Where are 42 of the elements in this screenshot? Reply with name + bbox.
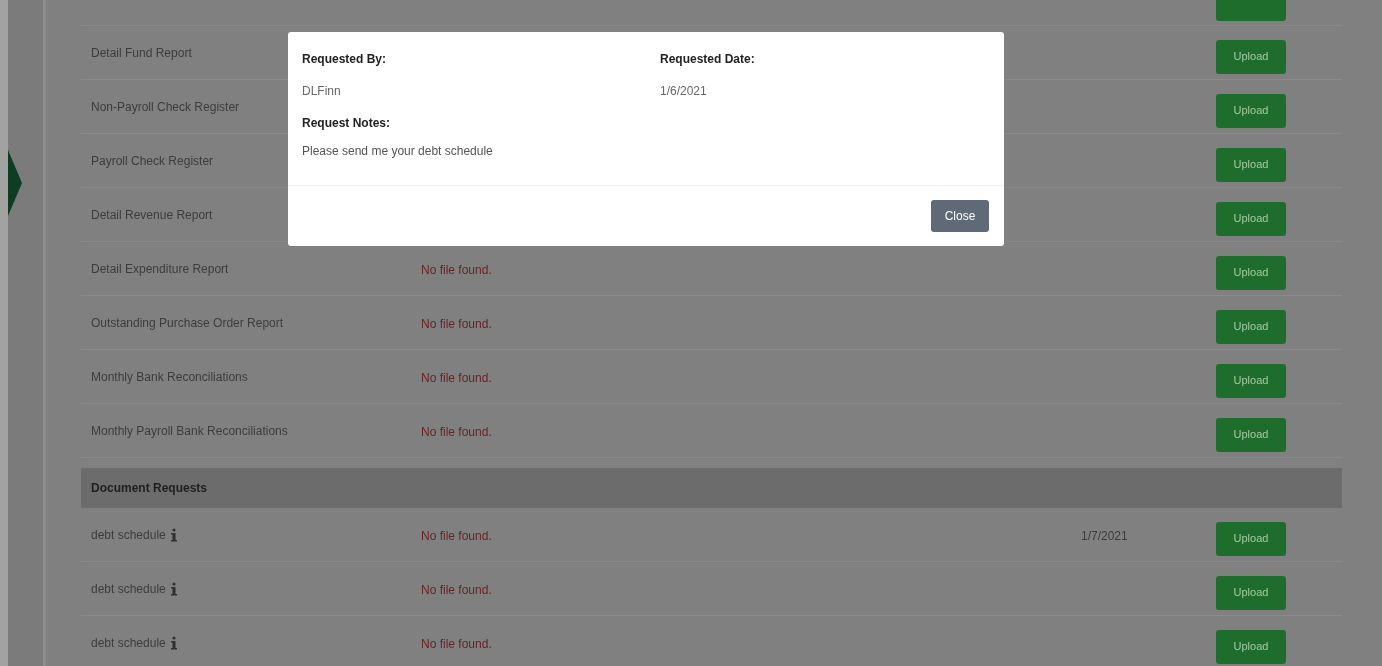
field-value: 1/6/2021 xyxy=(659,83,708,100)
document-name: Non-Payroll Check Register xyxy=(91,98,240,116)
document-name: Monthly Bank Reconciliations xyxy=(91,368,248,386)
document-name: Monthly Payroll Bank Reconciliations xyxy=(91,422,288,440)
document-name: Detail Fund Report xyxy=(91,44,192,62)
upload-button[interactable]: Upload xyxy=(1216,255,1286,290)
file-status: No file found. xyxy=(421,316,492,331)
upload-button[interactable]: Upload xyxy=(1216,575,1286,610)
file-status: No file found. xyxy=(421,636,492,651)
file-status: No file found. xyxy=(421,370,492,385)
close-button[interactable]: Close xyxy=(931,200,989,232)
upload-button[interactable]: Upload xyxy=(1216,363,1286,398)
document-name: debt schedule xyxy=(91,634,166,652)
document-name: debt schedule xyxy=(91,526,166,544)
field-value: Please send me your debt schedule xyxy=(302,143,494,160)
upload-button[interactable]: Upload xyxy=(1216,93,1286,128)
document-name: debt schedule xyxy=(91,580,166,598)
field-label: Request Notes: xyxy=(302,115,391,132)
upload-button[interactable]: Upload xyxy=(1216,201,1286,236)
upload-button[interactable]: Upload xyxy=(1216,629,1286,664)
document-name: Detail Expenditure Report xyxy=(91,260,229,278)
field-label: Requested Date: xyxy=(659,51,756,68)
request-date: 1/7/2021 xyxy=(1081,528,1128,543)
field-value: DLFinn xyxy=(302,83,342,100)
file-status: No file found. xyxy=(421,262,492,277)
document-name: Outstanding Purchase Order Report xyxy=(91,314,284,332)
field-label: Requested By: xyxy=(302,51,388,68)
section-title: Document Requests xyxy=(91,480,208,497)
info-icon[interactable] xyxy=(169,527,178,542)
info-icon[interactable] xyxy=(169,581,178,596)
expand-arrow-icon[interactable] xyxy=(8,150,22,216)
upload-button[interactable]: Upload xyxy=(1216,147,1286,182)
document-name: Detail Revenue Report xyxy=(91,206,213,224)
upload-button[interactable]: Upload xyxy=(1216,521,1286,556)
upload-button[interactable]: Upload xyxy=(1216,417,1286,452)
upload-button[interactable]: Upload xyxy=(1216,309,1286,344)
upload-button[interactable]: Upload xyxy=(1216,39,1286,74)
file-status: No file found. xyxy=(421,424,492,439)
file-status: No file found. xyxy=(421,528,492,543)
file-status: No file found. xyxy=(421,582,492,597)
info-icon[interactable] xyxy=(169,635,178,650)
document-name: Payroll Check Register xyxy=(91,152,214,170)
